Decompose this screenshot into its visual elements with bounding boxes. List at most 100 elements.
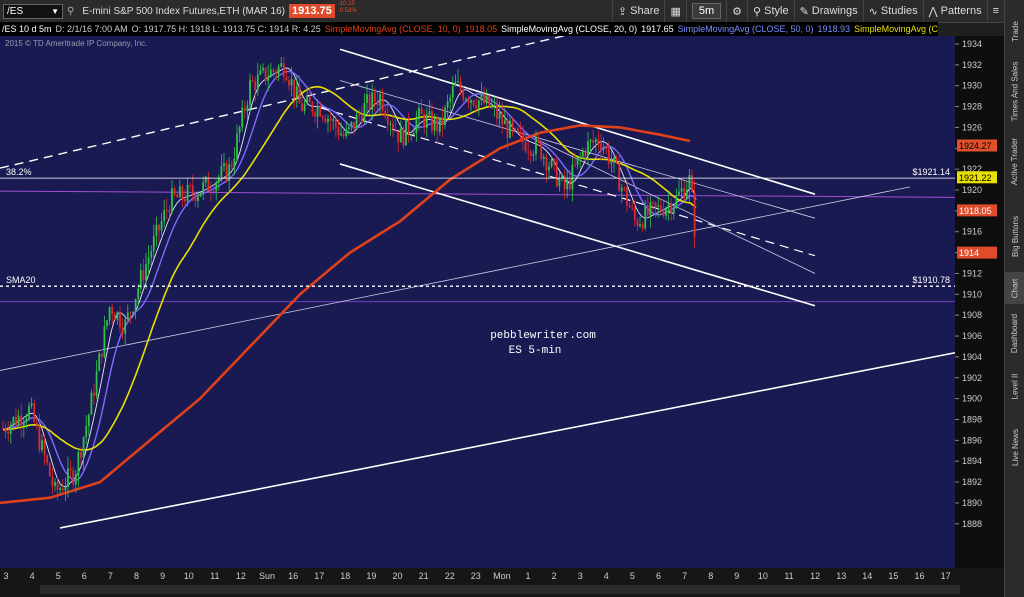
candle-body — [649, 202, 652, 216]
candle-body — [371, 92, 374, 110]
legend-symbol-info: /ES 10 d 5m — [2, 24, 52, 34]
y-tick-label: 1930 — [962, 81, 982, 91]
sidebar-tab-live-news[interactable]: Live News — [1005, 412, 1024, 482]
candle-body — [545, 156, 548, 171]
legend-sma10-label: SimpleMovingAvg (CLOSE, 10, 0) — [324, 24, 461, 34]
candle-body — [280, 63, 283, 67]
candle-body — [2, 427, 4, 429]
candle-body — [212, 190, 215, 192]
sidebar-tab-trade[interactable]: Trade — [1005, 2, 1024, 60]
sidebar-tab-active-trader[interactable]: Active Trader — [1005, 122, 1024, 200]
grid-icon[interactable]: ▦ — [664, 0, 685, 22]
candle-body — [155, 224, 158, 237]
candle-body — [602, 147, 605, 150]
candle-body — [412, 132, 415, 135]
sidebar-tab-chart[interactable]: Chart — [1005, 272, 1024, 304]
candle-body — [15, 416, 17, 425]
chevron-down-icon: ▼ — [51, 6, 59, 16]
candle-body — [678, 191, 680, 195]
candle-body — [493, 105, 496, 107]
candle-body — [662, 211, 665, 216]
candle-body — [683, 188, 686, 199]
candle-body — [425, 114, 428, 128]
candle-body — [186, 184, 189, 202]
menu-icon[interactable]: ≡ — [986, 0, 1004, 22]
interval-selector[interactable]: 5m — [685, 0, 726, 22]
candle-body — [665, 208, 667, 216]
candle-body — [498, 112, 501, 119]
candle-body — [667, 203, 670, 209]
candle-body — [511, 120, 514, 129]
candle-body — [150, 251, 153, 258]
candle-body — [581, 151, 584, 157]
candle-body — [501, 112, 504, 125]
candle-body — [605, 147, 608, 149]
candle-body — [238, 127, 241, 134]
candle-body — [171, 188, 173, 213]
legend-sma20-value: 1917.65 — [641, 24, 674, 34]
sidebar-tab-dashboard[interactable]: Dashboard — [1005, 307, 1024, 359]
link-icon[interactable]: ⚲ — [63, 1, 78, 21]
x-tick-label: 7 — [682, 571, 687, 581]
candle-body — [485, 95, 488, 104]
x-tick-label: 4 — [30, 571, 35, 581]
drawings-button[interactable]: ✎ Drawings — [793, 0, 863, 22]
interval-label: 5m — [691, 3, 722, 19]
candle-body — [459, 81, 462, 91]
candle-body — [69, 468, 72, 471]
candle-body — [134, 299, 137, 312]
candle-body — [95, 370, 98, 397]
candle-body — [77, 452, 80, 475]
candle-body — [194, 194, 197, 202]
y-tick-label: 1894 — [962, 456, 982, 466]
candle-body — [433, 117, 436, 131]
x-tick-label: 10 — [184, 571, 194, 581]
y-tick-label: 1892 — [962, 477, 982, 487]
candle-body — [607, 147, 610, 164]
candle-body — [524, 141, 527, 152]
sidebar-tab-big-buttons[interactable]: Big Buttons — [1005, 202, 1024, 270]
candle-body — [64, 486, 67, 491]
candle-body — [600, 143, 602, 150]
candle-body — [85, 425, 88, 438]
candle-body — [324, 118, 327, 123]
candle-body — [576, 157, 579, 166]
studies-button[interactable]: ∿ Studies — [862, 0, 923, 22]
candle-body — [628, 205, 631, 208]
settings-icon[interactable]: ⚙ — [726, 0, 747, 22]
candle-body — [431, 111, 433, 131]
candle-body — [173, 188, 176, 195]
candle-body — [488, 95, 491, 107]
candle-body — [288, 80, 290, 86]
price-chart[interactable]: 2015 © TD Ameritrade IP Company, Inc. 38… — [0, 36, 1004, 568]
share-button[interactable]: ⇪ Share — [611, 0, 665, 22]
candle-body — [74, 474, 77, 485]
candle-body — [363, 102, 366, 123]
candle-body — [67, 468, 69, 487]
x-tick-label: 9 — [734, 571, 739, 581]
candle-body — [295, 86, 298, 99]
candle-body — [340, 133, 342, 136]
price-badge-label: 1914 — [959, 248, 979, 258]
candle-body — [584, 151, 587, 157]
candle-body — [623, 187, 626, 189]
level-label: SMA20 — [6, 275, 36, 285]
style-button[interactable]: ⚲ Style — [747, 0, 794, 22]
x-tick-label: 19 — [366, 571, 376, 581]
candle-body — [418, 107, 420, 120]
candle-body — [256, 74, 259, 91]
candle-body — [262, 67, 264, 71]
candle-body — [355, 114, 358, 129]
sidebar-tab-times-and-sales[interactable]: Times And Sales — [1005, 61, 1024, 121]
candle-body — [537, 137, 540, 142]
sidebar-tab-level-ii[interactable]: Level II — [1005, 362, 1024, 410]
patterns-button[interactable]: ⋀ Patterns — [922, 0, 987, 22]
candle-body — [659, 205, 662, 212]
horizontal-scrollbar[interactable] — [40, 585, 960, 594]
candle-body — [345, 129, 348, 137]
sidebar-tab-label: Chart — [1010, 278, 1020, 298]
x-tick-label: 7 — [108, 571, 113, 581]
symbol-selector[interactable]: /ES ▼ — [3, 3, 63, 19]
y-tick-label: 1896 — [962, 435, 982, 445]
x-tick-label: Mon — [493, 571, 511, 581]
